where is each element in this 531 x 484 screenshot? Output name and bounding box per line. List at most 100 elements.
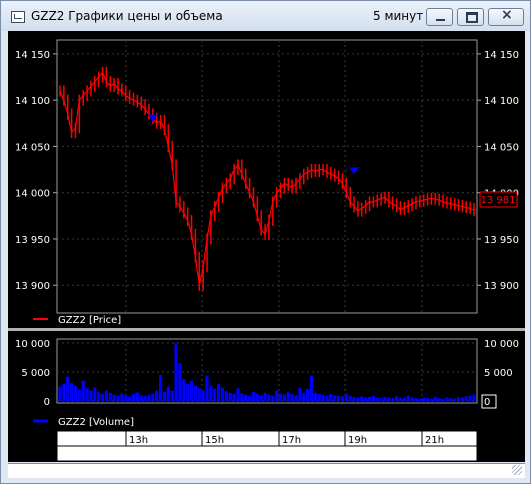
price-y-ticks-left: 14 150 14 100 14 050 14 000 13 950 13 900 (15, 50, 57, 292)
volume-bar (205, 375, 209, 401)
price-tick-label: 13 950 (15, 235, 50, 246)
volume-bar (472, 394, 476, 401)
volume-bar (302, 392, 306, 401)
time-tick-label: 19h (348, 435, 367, 446)
volume-bar (449, 398, 453, 401)
volume-bar (104, 390, 108, 401)
volume-bar (81, 380, 85, 401)
volume-y-ticks-left: 10 000 5 000 0 (15, 339, 50, 408)
volume-bar (263, 392, 267, 401)
resize-grip-icon[interactable] (512, 465, 522, 475)
volume-bar (97, 392, 101, 401)
volume-plot-frame (56, 338, 478, 404)
volume-bar (248, 395, 252, 401)
volume-bar (402, 398, 406, 401)
volume-bar (267, 394, 271, 401)
volume-tick-label-right: 0 (484, 397, 490, 408)
volume-bar (433, 396, 437, 401)
volume-bar (309, 375, 314, 401)
volume-bar (131, 394, 136, 401)
volume-bar (255, 394, 259, 401)
volume-bar (429, 398, 433, 401)
volume-bar (437, 398, 441, 401)
volume-bar (456, 396, 461, 401)
volume-bar (464, 396, 468, 401)
volume-bar (182, 379, 186, 401)
volume-bar (383, 396, 387, 401)
volume-bar (108, 392, 112, 401)
volume-bar (174, 343, 178, 401)
volume-bar (197, 388, 201, 401)
volume-bar (286, 392, 290, 401)
time-tick-label: 21h (425, 435, 444, 446)
volume-bar (271, 395, 275, 401)
volume-tick-label: 0 (44, 397, 50, 408)
interval-label[interactable]: 5 минут (373, 9, 423, 23)
volume-bar (337, 395, 341, 401)
title-bar[interactable]: GZZ2 Графики цены и объема 5 минут × (1, 1, 530, 31)
volume-bar (77, 389, 81, 401)
price-y-ticks-right: 14 15014 10014 05014 00013 95013 900 (477, 50, 519, 292)
chart-app-icon[interactable] (11, 11, 25, 23)
volume-bar (398, 397, 403, 401)
panel-separator[interactable] (8, 328, 525, 331)
maximize-button[interactable] (457, 8, 484, 26)
minimize-button[interactable] (426, 8, 453, 26)
volume-bar (453, 398, 457, 401)
volume-bar (128, 396, 132, 401)
volume-bar (275, 390, 279, 401)
volume-bar (460, 397, 464, 401)
volume-bar (387, 397, 391, 401)
close-icon: × (501, 7, 513, 23)
volume-tick-label-right: 5 000 (484, 368, 513, 379)
volume-tick-label: 5 000 (21, 368, 50, 379)
time-tick-label: 17h (282, 435, 301, 446)
volume-bar (112, 394, 116, 401)
volume-bar (422, 397, 426, 401)
volume-bar (186, 384, 190, 401)
volume-bar (93, 387, 97, 401)
volume-y-ticks-right: 10 000 5 000 0 (484, 339, 519, 408)
volume-bar (73, 385, 78, 401)
volume-bar (236, 388, 240, 401)
volume-bar (395, 396, 399, 401)
volume-bar (166, 386, 170, 401)
price-tick-label-right: 14 100 (484, 96, 519, 107)
volume-bar (259, 395, 263, 401)
volume-bar (317, 394, 321, 401)
volume-bar (329, 394, 333, 401)
maximize-icon (466, 12, 478, 23)
volume-bar (410, 397, 414, 401)
volume-bar (66, 376, 70, 401)
volume-bar (352, 396, 356, 401)
price-legend: GZZ2 [Price] (58, 315, 121, 326)
volume-bar (170, 390, 174, 401)
volume-bar (85, 388, 89, 401)
volume-bar (325, 395, 329, 401)
price-tick-label: 14 000 (15, 189, 50, 200)
volume-bar (201, 390, 205, 401)
chart-window: GZZ2 Графики цены и объема 5 минут × 14 … (0, 0, 531, 484)
price-tick-label-right: 14 150 (484, 50, 519, 61)
volume-bar (178, 363, 182, 401)
volume-bar (333, 395, 337, 401)
volume-bar (290, 394, 294, 401)
window-title: GZZ2 Графики цены и объема (31, 9, 223, 23)
volume-bar (418, 398, 422, 401)
volume-bar (298, 387, 302, 401)
volume-bar (155, 390, 159, 401)
price-tick-label: 14 100 (15, 96, 50, 107)
volume-bar (441, 398, 445, 401)
current-price-label: 13 981 (481, 195, 516, 206)
price-tick-label-right: 13 900 (484, 281, 519, 292)
volume-bar (348, 395, 352, 401)
volume-bar (89, 390, 93, 401)
volume-bar (406, 395, 410, 401)
volume-bar (367, 396, 372, 401)
chart-svg[interactable]: 14 150 14 100 14 050 14 000 13 950 13 900 14 … (8, 31, 525, 462)
volume-bar (360, 396, 364, 401)
close-button[interactable]: × (488, 7, 524, 26)
volume-bar (375, 397, 379, 401)
status-bar (8, 463, 525, 478)
volume-bar (313, 392, 317, 401)
